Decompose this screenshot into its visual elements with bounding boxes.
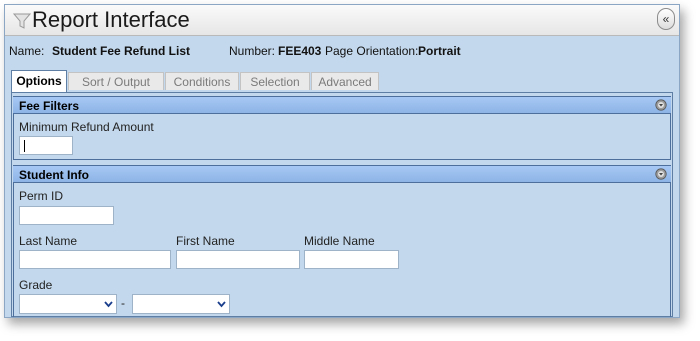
first-name-label: First Name	[176, 234, 235, 248]
perm-id-label: Perm ID	[19, 189, 64, 203]
tab-selection[interactable]: Selection	[240, 72, 310, 90]
orientation-label: Page Orientation:	[325, 44, 419, 58]
text-cursor	[24, 140, 25, 152]
grade-to-select[interactable]	[132, 294, 230, 314]
tab-strip: Options Sort / Output Conditions Selecti…	[11, 70, 671, 92]
report-interface-window: Report Interface « Name: Student Fee Ref…	[4, 4, 680, 318]
page-orientation: Portrait	[418, 44, 461, 58]
min-refund-input[interactable]	[19, 136, 73, 155]
perm-id-input[interactable]	[19, 206, 114, 225]
student-info-header[interactable]: Student Info	[13, 165, 671, 183]
fee-filters-title: Fee Filters	[19, 99, 80, 113]
report-number: FEE403	[278, 44, 322, 58]
title-bar: Report Interface «	[5, 5, 679, 36]
student-info-section: Perm ID Last Name First Name Middle Name…	[13, 183, 671, 317]
min-refund-label: Minimum Refund Amount	[19, 120, 154, 134]
fee-filters-section: Minimum Refund Amount	[13, 114, 671, 160]
collapse-panel-button[interactable]: «	[657, 8, 675, 30]
tab-sort-output[interactable]: Sort / Output	[68, 72, 164, 90]
collapse-section-icon[interactable]	[655, 99, 667, 111]
tab-advanced[interactable]: Advanced	[311, 72, 379, 90]
filter-funnel-icon	[13, 13, 31, 29]
tab-options[interactable]: Options	[11, 70, 67, 92]
fee-filters-header[interactable]: Fee Filters	[13, 96, 671, 114]
options-panel: Fee Filters Minimum Refund Amount Studen…	[11, 92, 673, 317]
number-label: Number:	[229, 44, 276, 58]
chevron-down-icon	[217, 301, 226, 308]
first-name-input[interactable]	[176, 250, 300, 269]
chevron-down-icon	[104, 301, 113, 308]
middle-name-label: Middle Name	[304, 234, 375, 248]
grade-label: Grade	[19, 278, 53, 292]
collapse-section-icon[interactable]	[655, 168, 667, 180]
middle-name-input[interactable]	[304, 250, 399, 269]
tab-conditions[interactable]: Conditions	[165, 72, 239, 90]
grade-range-separator: -	[121, 296, 125, 310]
window-title: Report Interface	[32, 7, 190, 32]
report-name: Student Fee Refund List	[52, 44, 190, 58]
grade-from-select[interactable]	[19, 294, 117, 314]
report-info-bar: Name: Student Fee Refund List Number: FE…	[5, 36, 679, 66]
student-info-title: Student Info	[19, 168, 89, 182]
name-label: Name:	[9, 44, 45, 58]
last-name-input[interactable]	[19, 250, 171, 269]
last-name-label: Last Name	[19, 234, 78, 248]
